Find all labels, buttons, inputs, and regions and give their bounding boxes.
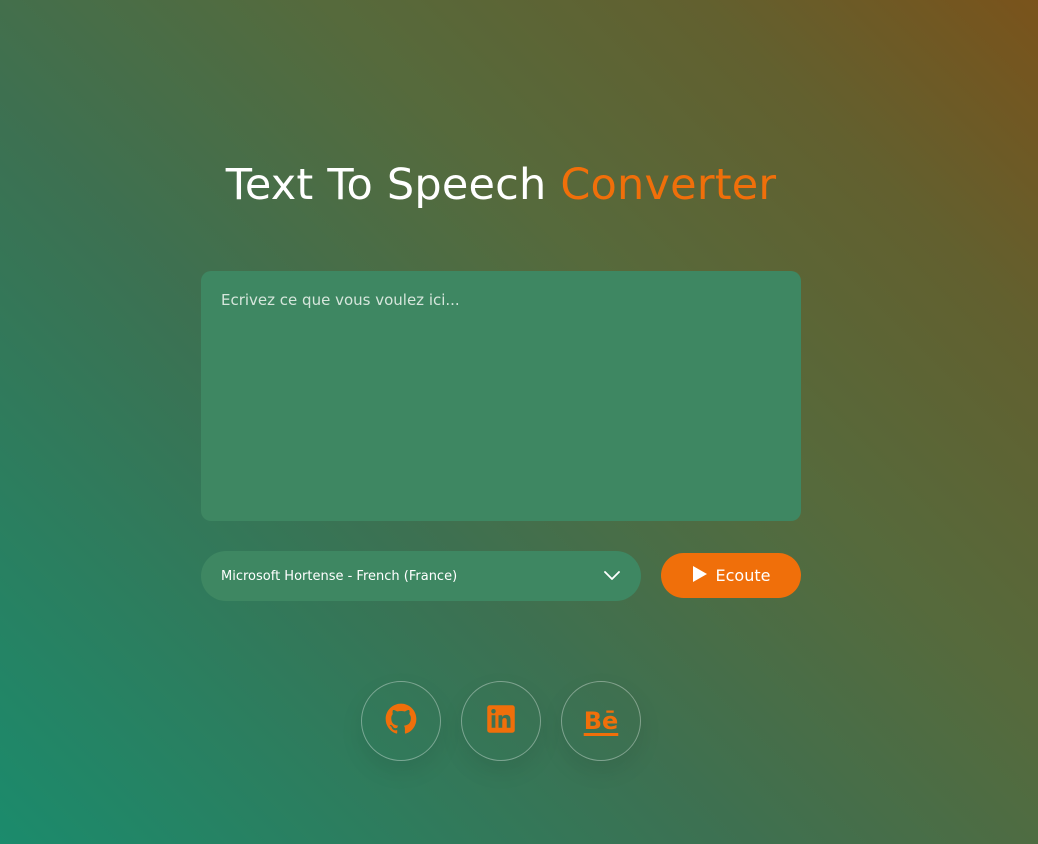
linkedin-icon [486,704,516,738]
listen-button[interactable]: Ecoute [661,553,801,598]
listen-button-label: Ecoute [715,566,771,585]
linkedin-link[interactable] [461,681,541,761]
behance-icon: Bē [583,707,619,735]
github-icon [385,703,417,739]
voice-select[interactable]: Microsoft Hortense - French (France) [201,551,641,601]
play-icon [692,565,708,587]
title-main: Text To Speech [225,160,547,210]
behance-link[interactable]: Bē [561,681,641,761]
text-input[interactable] [201,271,801,521]
chevron-down-icon [603,567,621,585]
title-accent: Converter [560,160,777,210]
page-title: Text To Speech Converter [0,160,1002,210]
github-link[interactable] [361,681,441,761]
voice-select-value: Microsoft Hortense - French (France) [221,568,458,584]
